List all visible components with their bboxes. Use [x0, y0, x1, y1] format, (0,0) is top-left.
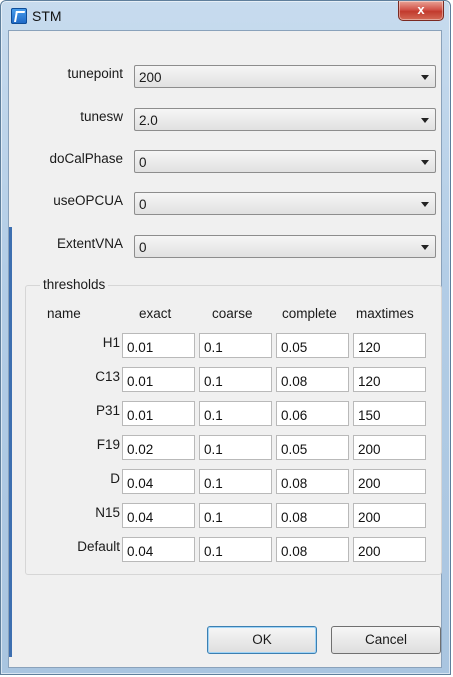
- thresholds-group: [25, 285, 442, 575]
- threshold-row-label: N15: [95, 505, 120, 520]
- threshold-row-label: H1: [102, 335, 120, 350]
- exact-field[interactable]: 0.01: [122, 401, 195, 426]
- tunesw-combo[interactable]: 2.0: [134, 108, 436, 131]
- useopcua-label: useOPCUA: [53, 193, 123, 208]
- coarse-field[interactable]: 0.1: [199, 367, 272, 392]
- docalphase-label: doCalPhase: [49, 151, 123, 166]
- maxtimes-field[interactable]: 200: [353, 503, 426, 528]
- coarse-field[interactable]: 0.1: [199, 537, 272, 562]
- useopcua-combo[interactable]: 0: [134, 192, 436, 215]
- window-title: STM: [32, 8, 62, 24]
- complete-field[interactable]: 0.05: [276, 333, 349, 358]
- thresholds-title: thresholds: [40, 277, 109, 292]
- chevron-down-icon: [421, 75, 429, 80]
- docalphase-value: 0: [139, 155, 147, 170]
- tunepoint-label: tunepoint: [67, 66, 123, 81]
- threshold-row-label: Default: [77, 539, 120, 554]
- threshold-row-label: D: [110, 471, 120, 486]
- docalphase-combo[interactable]: 0: [134, 150, 436, 173]
- chevron-down-icon: [421, 202, 429, 207]
- tunepoint-combo[interactable]: 200: [134, 65, 436, 88]
- coarse-field[interactable]: 0.1: [199, 401, 272, 426]
- complete-field[interactable]: 0.06: [276, 401, 349, 426]
- complete-field[interactable]: 0.08: [276, 537, 349, 562]
- left-accent-bar: [9, 227, 12, 657]
- cancel-button[interactable]: Cancel: [331, 626, 441, 654]
- extentvna-label: ExtentVNA: [56, 236, 123, 251]
- exact-field[interactable]: 0.02: [122, 435, 195, 460]
- complete-field[interactable]: 0.08: [276, 469, 349, 494]
- close-button[interactable]: x: [398, 1, 444, 21]
- threshold-row-label: P31: [95, 403, 120, 418]
- column-header-coarse: coarse: [212, 306, 253, 321]
- extentvna-value: 0: [139, 240, 147, 255]
- useopcua-value: 0: [139, 197, 147, 212]
- tunesw-value: 2.0: [139, 113, 158, 128]
- exact-field[interactable]: 0.04: [122, 503, 195, 528]
- coarse-field[interactable]: 0.1: [199, 333, 272, 358]
- maxtimes-field[interactable]: 200: [353, 469, 426, 494]
- complete-field[interactable]: 0.05: [276, 435, 349, 460]
- coarse-field[interactable]: 0.1: [199, 469, 272, 494]
- chevron-down-icon: [421, 160, 429, 165]
- column-header-exact: exact: [139, 306, 172, 321]
- extentvna-combo[interactable]: 0: [134, 235, 436, 258]
- ok-button[interactable]: OK: [207, 626, 317, 654]
- maxtimes-field[interactable]: 120: [353, 367, 426, 392]
- column-header-maxtimes: maxtimes: [356, 306, 414, 321]
- title-bar[interactable]: STM x: [1, 1, 450, 31]
- chevron-down-icon: [421, 118, 429, 123]
- exact-field[interactable]: 0.04: [122, 537, 195, 562]
- tunesw-label: tunesw: [80, 109, 123, 124]
- exact-field[interactable]: 0.04: [122, 469, 195, 494]
- coarse-field[interactable]: 0.1: [199, 503, 272, 528]
- complete-field[interactable]: 0.08: [276, 367, 349, 392]
- tunepoint-value: 200: [139, 70, 162, 85]
- coarse-field[interactable]: 0.1: [199, 435, 272, 460]
- column-header-name: name: [47, 306, 81, 321]
- maxtimes-field[interactable]: 120: [353, 333, 426, 358]
- exact-field[interactable]: 0.01: [122, 367, 195, 392]
- threshold-row-label: F19: [96, 437, 120, 452]
- maxtimes-field[interactable]: 200: [353, 537, 426, 562]
- app-icon: [11, 8, 27, 24]
- exact-field[interactable]: 0.01: [122, 333, 195, 358]
- chevron-down-icon: [421, 245, 429, 250]
- maxtimes-field[interactable]: 150: [353, 401, 426, 426]
- maxtimes-field[interactable]: 200: [353, 435, 426, 460]
- threshold-row-label: C13: [95, 369, 120, 384]
- column-header-complete: complete: [282, 306, 337, 321]
- complete-field[interactable]: 0.08: [276, 503, 349, 528]
